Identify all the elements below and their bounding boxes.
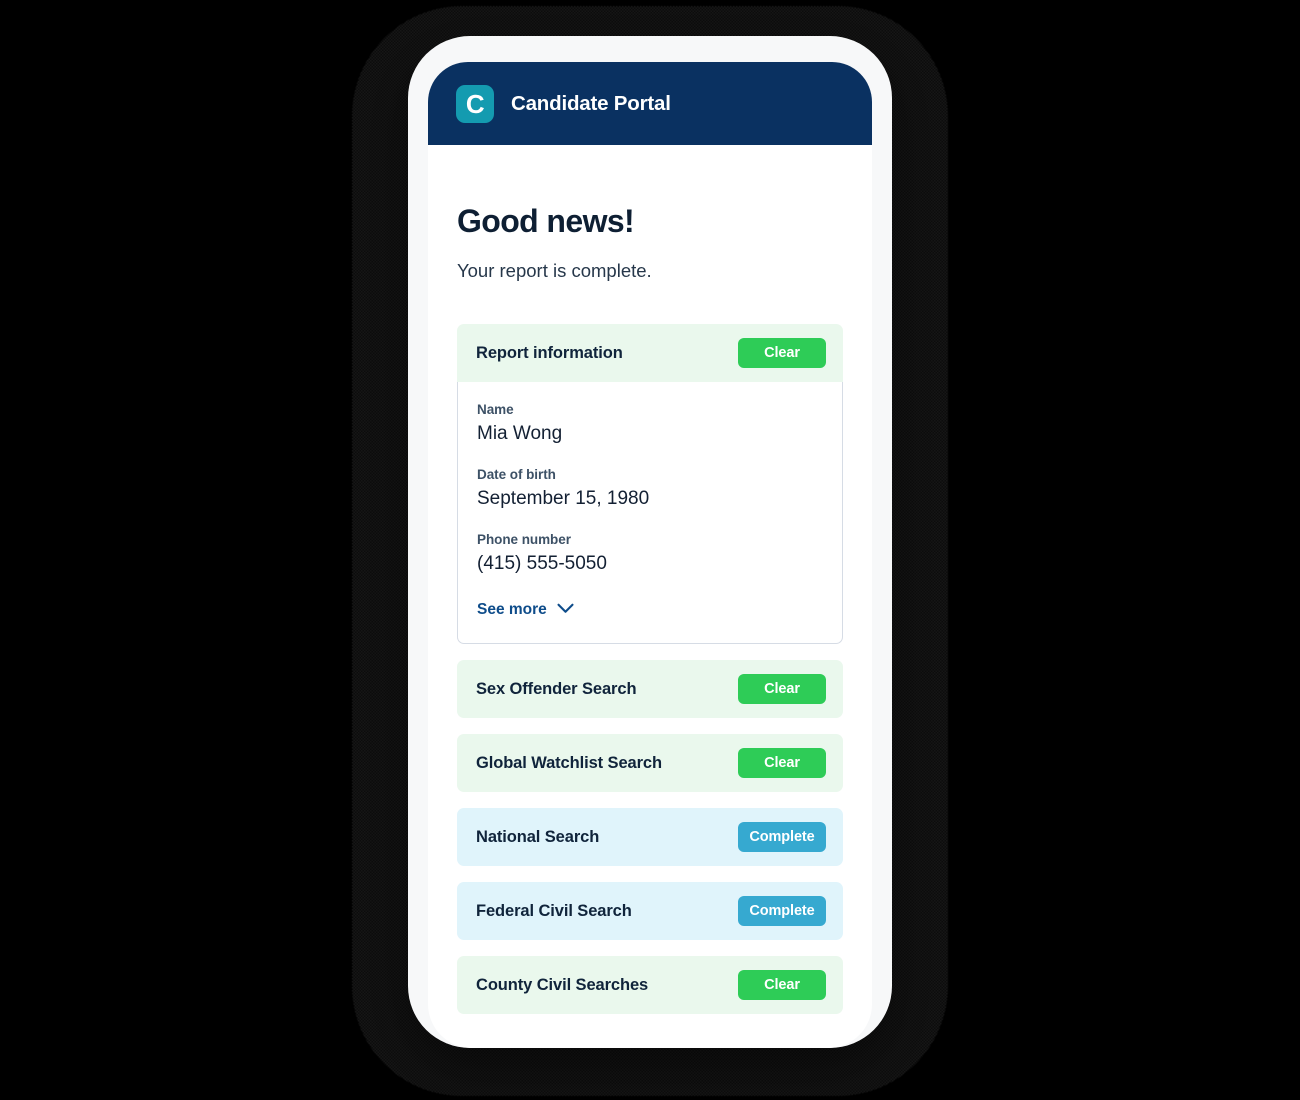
search-results-list: Sex Offender Search Clear Global Watchli…	[457, 660, 843, 1014]
search-row-national[interactable]: National Search Complete	[457, 808, 843, 866]
field-phone-number: Phone number (415) 555-5050	[477, 532, 823, 575]
field-date-of-birth: Date of birth September 15, 1980	[477, 467, 823, 510]
search-row-federal-civil[interactable]: Federal Civil Search Complete	[457, 882, 843, 940]
status-badge[interactable]: Clear	[738, 748, 826, 778]
search-row-label: Global Watchlist Search	[476, 753, 662, 772]
see-more-toggle[interactable]: See more	[477, 597, 574, 643]
phone-frame: C Candidate Portal Good news! Your repor…	[408, 36, 892, 1048]
page-subtitle: Your report is complete.	[457, 260, 652, 281]
chevron-down-icon	[557, 601, 574, 619]
search-row-label: Sex Offender Search	[476, 679, 637, 698]
field-phone-number-label: Phone number	[477, 532, 571, 547]
field-name-value: Mia Wong	[477, 423, 563, 444]
field-date-of-birth-label: Date of birth	[477, 467, 556, 482]
field-name-label: Name	[477, 402, 514, 417]
search-row-label: County Civil Searches	[476, 975, 649, 994]
report-status-badge[interactable]: Clear	[738, 338, 826, 368]
report-card-title: Report information	[476, 343, 623, 362]
field-name: Name Mia Wong	[477, 402, 823, 445]
screenshot-stage: C Candidate Portal Good news! Your repor…	[0, 0, 1300, 1100]
logo-letter: C	[465, 88, 485, 119]
search-row-county-civil[interactable]: County Civil Searches Clear	[457, 956, 843, 1014]
field-phone-number-value: (415) 555-5050	[477, 553, 607, 574]
phone-screen: C Candidate Portal Good news! Your repor…	[428, 62, 872, 1048]
app-title: Candidate Portal	[511, 91, 671, 115]
field-date-of-birth-value: September 15, 1980	[477, 488, 650, 509]
app-header: C Candidate Portal	[428, 62, 872, 145]
status-badge[interactable]: Clear	[738, 674, 826, 704]
candidate-logo-icon: C	[456, 84, 494, 123]
search-row-label: Federal Civil Search	[476, 901, 632, 920]
status-badge[interactable]: Complete	[738, 822, 826, 852]
page-title: Good news!	[457, 203, 635, 239]
report-information-card: Report information Clear Name Mia Wong D…	[457, 324, 843, 644]
see-more-label: See more	[477, 601, 547, 618]
status-badge[interactable]: Clear	[738, 970, 826, 1000]
report-card-header: Report information Clear	[457, 324, 843, 382]
report-card-body: Name Mia Wong Date of birth September 15…	[457, 382, 843, 644]
search-row-sex-offender[interactable]: Sex Offender Search Clear	[457, 660, 843, 718]
search-row-global-watchlist[interactable]: Global Watchlist Search Clear	[457, 734, 843, 792]
status-badge[interactable]: Complete	[738, 896, 826, 926]
search-row-label: National Search	[476, 827, 600, 846]
main-content: Good news! Your report is complete. Repo…	[428, 203, 872, 1014]
